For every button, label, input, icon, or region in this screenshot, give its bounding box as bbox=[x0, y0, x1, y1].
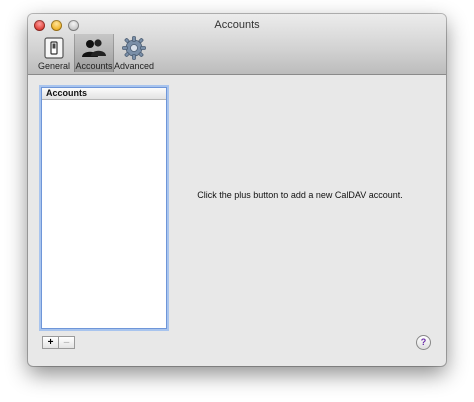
tab-advanced-label: Advanced bbox=[113, 61, 155, 71]
tab-accounts[interactable]: Accounts bbox=[74, 34, 114, 72]
add-remove-buttons: + – bbox=[42, 336, 75, 349]
add-account-button[interactable]: + bbox=[42, 336, 59, 349]
toolbar: General Accounts Advanced bbox=[34, 34, 154, 72]
tab-accounts-label: Accounts bbox=[75, 61, 113, 71]
people-icon bbox=[82, 36, 106, 60]
tab-advanced[interactable]: Advanced bbox=[114, 34, 154, 72]
empty-state-message: Click the plus button to add a new CalDA… bbox=[197, 190, 403, 200]
tab-general[interactable]: General bbox=[34, 34, 74, 72]
switch-icon bbox=[42, 36, 66, 60]
help-button[interactable]: ? bbox=[416, 335, 431, 350]
gear-icon bbox=[122, 36, 146, 60]
accounts-list[interactable]: Accounts bbox=[41, 87, 167, 329]
window-title: Accounts bbox=[214, 19, 260, 31]
remove-account-button[interactable]: – bbox=[59, 336, 75, 349]
preferences-window: Accounts General Accounts Advanced Accou… bbox=[28, 14, 446, 366]
title-bar: Accounts General Accounts Advanced bbox=[28, 14, 446, 75]
accounts-list-header: Accounts bbox=[42, 88, 166, 100]
tab-general-label: General bbox=[37, 61, 71, 71]
